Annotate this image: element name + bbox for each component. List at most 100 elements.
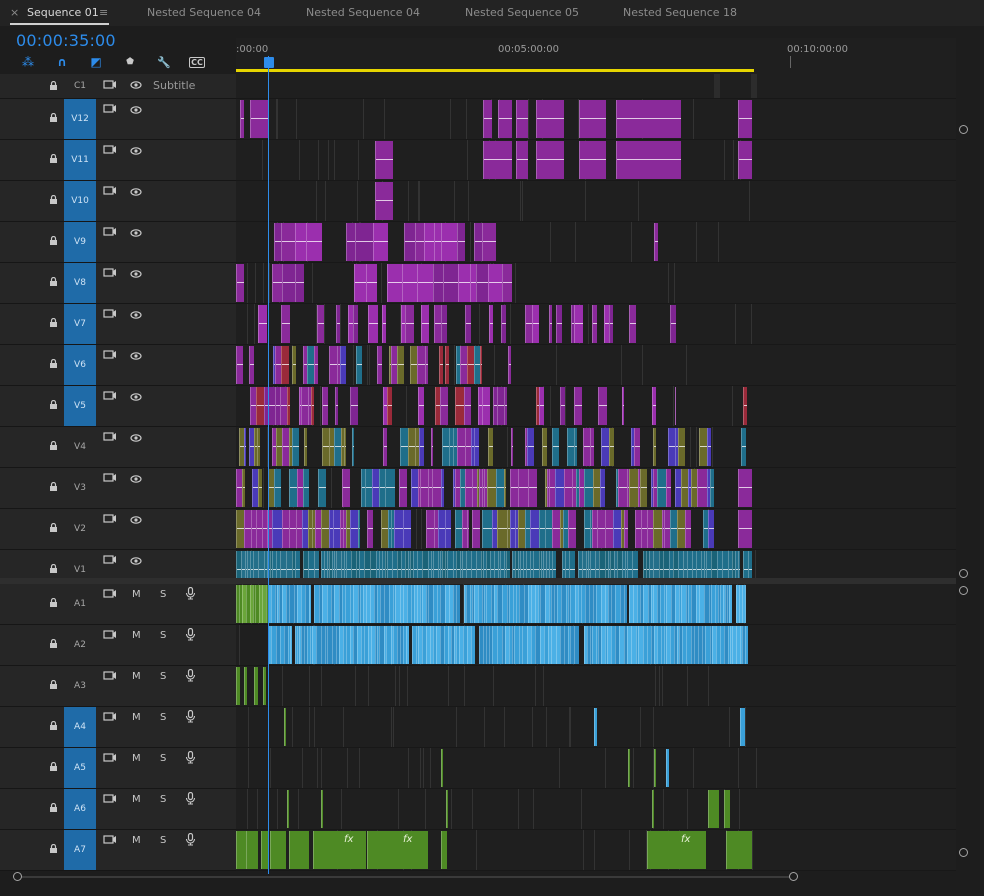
clip[interactable] (555, 469, 564, 507)
clip[interactable] (282, 428, 289, 466)
clip[interactable] (504, 469, 506, 507)
track-name-a3[interactable]: A3 (64, 666, 96, 706)
clip[interactable] (583, 428, 590, 466)
clip[interactable] (434, 305, 441, 343)
track-name-v8[interactable]: V8 (64, 263, 96, 303)
clip[interactable] (249, 346, 254, 384)
clip[interactable] (628, 749, 630, 787)
clip[interactable] (385, 469, 395, 507)
clip[interactable] (443, 264, 458, 302)
clip[interactable] (410, 346, 417, 384)
clip[interactable] (634, 428, 640, 466)
eye-icon[interactable] (130, 105, 142, 115)
track-name-v12[interactable]: V12 (64, 99, 96, 139)
clip[interactable] (355, 223, 373, 261)
clip[interactable] (457, 223, 465, 261)
clip[interactable] (399, 469, 407, 507)
clip[interactable] (654, 223, 658, 261)
clip[interactable] (404, 223, 415, 261)
clip[interactable] (745, 585, 746, 623)
clip[interactable] (741, 428, 746, 466)
clip[interactable] (394, 510, 403, 548)
clip[interactable] (289, 510, 296, 548)
clip[interactable] (439, 346, 443, 384)
track-name-v2[interactable]: V2 (64, 509, 96, 549)
clip[interactable] (406, 626, 409, 664)
lock-icon[interactable] (49, 844, 58, 854)
clip[interactable] (564, 469, 572, 507)
clip[interactable] (311, 387, 314, 425)
track-name-v4[interactable]: V4 (64, 427, 96, 467)
clip[interactable] (609, 305, 613, 343)
toggle-sync-lock-icon[interactable] (103, 793, 117, 804)
clip[interactable] (584, 469, 593, 507)
clip[interactable] (420, 469, 428, 507)
clip[interactable] (487, 469, 496, 507)
caption-lane[interactable] (236, 74, 956, 99)
clip[interactable] (616, 141, 681, 179)
audio-scroll-bottom-handle[interactable] (959, 848, 968, 857)
panel-menu-icon[interactable]: ≡ (99, 6, 108, 19)
clip[interactable] (375, 141, 393, 179)
lock-icon[interactable] (49, 564, 58, 574)
track-name-v9[interactable]: V9 (64, 222, 96, 262)
voiceover-mic-icon[interactable] (185, 587, 196, 600)
clip[interactable] (236, 831, 246, 869)
clip[interactable] (309, 585, 311, 623)
marker-icon[interactable]: ⬟ (121, 55, 139, 69)
toggle-sync-lock-icon[interactable] (103, 431, 117, 442)
clip[interactable] (574, 387, 582, 425)
eye-icon[interactable] (130, 433, 142, 443)
clip[interactable] (440, 387, 448, 425)
toggle-sync-lock-icon[interactable] (103, 308, 117, 319)
clip[interactable] (350, 387, 358, 425)
clip[interactable] (292, 346, 296, 384)
voiceover-mic-icon[interactable] (185, 792, 196, 805)
track-name-c1[interactable]: C1 (64, 74, 96, 98)
solo-button[interactable]: S (160, 835, 166, 846)
clip[interactable] (292, 428, 299, 466)
clip[interactable] (411, 469, 418, 507)
clip[interactable] (465, 305, 471, 343)
eye-icon[interactable] (130, 146, 142, 156)
clip[interactable] (697, 469, 707, 507)
solo-button[interactable]: S (160, 794, 166, 805)
solo-button[interactable]: S (160, 671, 166, 682)
clip[interactable] (536, 141, 564, 179)
clip[interactable] (419, 428, 424, 466)
clip[interactable] (368, 305, 378, 343)
clip[interactable] (381, 510, 388, 548)
clip[interactable] (236, 510, 244, 548)
toggle-sync-lock-icon[interactable] (103, 472, 117, 483)
clip[interactable] (383, 428, 387, 466)
track-name-a6[interactable]: A6 (64, 789, 96, 829)
mute-button[interactable]: M (132, 712, 141, 723)
clip[interactable] (567, 428, 574, 466)
clip[interactable] (289, 831, 309, 869)
lane-v3[interactable] (236, 468, 956, 509)
tab-sequence-01[interactable]: Sequence 01 (27, 6, 99, 19)
clip[interactable] (441, 831, 447, 869)
clip[interactable] (240, 100, 244, 138)
clip[interactable] (397, 346, 404, 384)
clip[interactable] (574, 626, 579, 664)
toggle-sync-lock-icon[interactable] (103, 629, 117, 640)
clip[interactable] (510, 469, 518, 507)
clip[interactable] (518, 510, 525, 548)
clip[interactable] (528, 469, 537, 507)
lock-icon[interactable] (49, 81, 58, 91)
clip[interactable] (594, 708, 597, 746)
clip[interactable] (530, 510, 539, 548)
clip[interactable] (322, 428, 329, 466)
clip[interactable] (281, 305, 290, 343)
clip[interactable] (597, 510, 605, 548)
clip[interactable] (474, 223, 482, 261)
clip[interactable] (272, 264, 282, 302)
eye-icon[interactable] (130, 351, 142, 361)
toggle-sync-lock-icon[interactable] (103, 267, 117, 278)
clip[interactable] (445, 346, 449, 384)
clip[interactable] (329, 346, 337, 384)
lane-v9[interactable] (236, 222, 956, 263)
lane-v12[interactable] (236, 99, 956, 140)
mute-button[interactable]: M (132, 753, 141, 764)
